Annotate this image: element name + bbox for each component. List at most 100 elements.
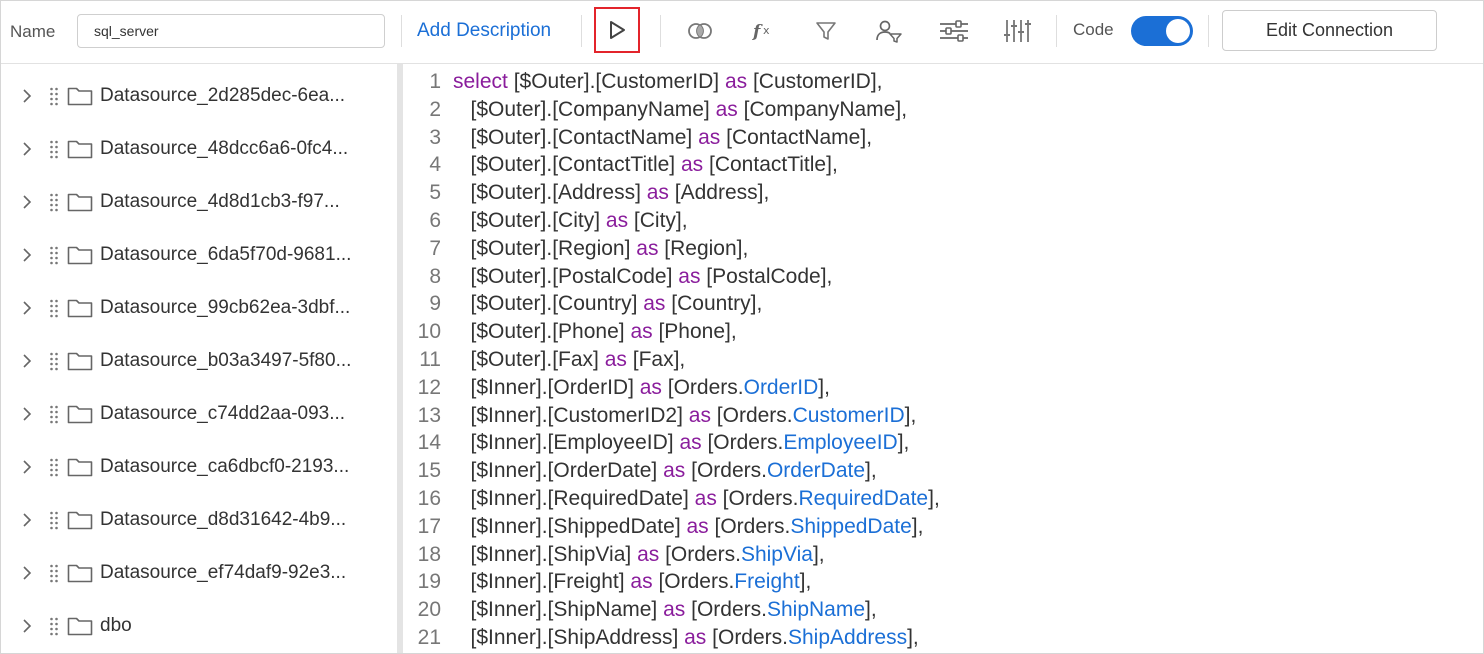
chevron-right-icon[interactable] xyxy=(21,140,33,158)
tree-item[interactable]: Datasource_ef74daf9-92e3... xyxy=(1,553,397,593)
chevron-right-icon[interactable] xyxy=(21,617,33,635)
chevron-right-icon[interactable] xyxy=(21,511,33,529)
divider xyxy=(1208,15,1209,47)
add-description-link[interactable]: Add Description xyxy=(417,20,551,42)
adjust-button[interactable] xyxy=(998,13,1036,49)
code-text: [$Outer].[Address] as [Address], xyxy=(453,181,770,205)
settings-sliders-icon xyxy=(940,20,968,42)
code-text: [$Inner].[ShipVia] as [Orders.ShipVia], xyxy=(453,543,825,567)
line-number: 2 xyxy=(429,97,441,121)
folder-icon xyxy=(67,299,93,318)
function-icon: fx xyxy=(752,22,770,42)
folder-icon xyxy=(67,246,93,265)
code-segment: [$Inner].[CustomerID2] xyxy=(453,403,689,427)
code-segment: [City], xyxy=(628,209,688,232)
drag-handle-icon[interactable] xyxy=(49,139,59,159)
folder-icon xyxy=(67,405,93,424)
drag-handle-icon[interactable] xyxy=(49,563,59,583)
code-segment: [$Inner].[OrderDate] xyxy=(453,459,664,483)
folder-icon xyxy=(67,564,93,583)
line-number: 10 xyxy=(417,320,441,344)
tree-item[interactable]: Datasource_c74dd2aa-093... xyxy=(1,394,397,434)
filter-button[interactable] xyxy=(807,13,845,49)
folder-icon xyxy=(67,140,93,159)
settings-sliders-button[interactable] xyxy=(935,13,973,49)
svg-text:x: x xyxy=(763,24,770,37)
code-text: [$Outer].[CompanyName] as [CompanyName], xyxy=(453,97,908,122)
drag-handle-icon[interactable] xyxy=(49,351,59,371)
sql-keyword: as xyxy=(643,292,666,316)
chevron-right-icon[interactable] xyxy=(21,458,33,476)
toggle-knob xyxy=(1166,19,1190,43)
tree-item-label: Datasource_b03a3497-5f80... xyxy=(100,350,352,371)
code-segment: [$Outer].[ContactTitle] xyxy=(453,153,681,177)
sql-code-editor[interactable]: 1 select [$Outer].[CustomerID] as [Custom… xyxy=(403,64,1483,653)
code-segment: [Fax], xyxy=(626,348,686,371)
line-number: 11 xyxy=(419,348,441,371)
tree-item[interactable]: Datasource_48dcc6a6-0fc4... xyxy=(1,129,397,169)
code-segment: ], xyxy=(818,375,830,399)
drag-handle-icon[interactable] xyxy=(49,298,59,318)
tree-item-label: Datasource_c74dd2aa-093... xyxy=(100,403,346,424)
chevron-right-icon[interactable] xyxy=(21,87,33,105)
drag-handle-icon[interactable] xyxy=(49,457,59,477)
edit-connection-button[interactable]: Edit Connection xyxy=(1222,10,1437,51)
name-input[interactable] xyxy=(77,14,385,48)
function-button[interactable]: fx xyxy=(745,13,783,49)
sql-keyword: as xyxy=(724,70,748,93)
tree-item-label: Datasource_2d285dec-6ea... xyxy=(100,85,346,106)
code-segment: [ContactTitle], xyxy=(703,153,838,177)
tree-item-label: Datasource_99cb62ea-3dbf... xyxy=(100,297,351,318)
tree-item[interactable]: Datasource_99cb62ea-3dbf... xyxy=(1,288,397,328)
code-segment: [Orders. xyxy=(685,598,767,622)
drag-handle-icon[interactable] xyxy=(49,510,59,530)
drag-handle-icon[interactable] xyxy=(49,245,59,265)
drag-handle-icon[interactable] xyxy=(49,616,59,636)
drag-handle-icon[interactable] xyxy=(49,192,59,212)
join-button[interactable] xyxy=(681,13,719,49)
code-segment: [Address], xyxy=(668,181,770,205)
code-segment: ], xyxy=(904,403,917,427)
code-segment: [Orders. xyxy=(661,375,744,399)
column-identifier: ShipName xyxy=(766,598,866,622)
sql-keyword: as xyxy=(679,431,702,455)
code-segment: ], xyxy=(812,542,825,566)
sql-keyword: as xyxy=(678,264,701,288)
code-segment: [$Outer].[CompanyName] xyxy=(453,97,716,121)
user-filter-button[interactable] xyxy=(870,13,908,49)
code-segment: [PostalCode], xyxy=(700,264,833,288)
chevron-right-icon[interactable] xyxy=(21,564,33,582)
chevron-right-icon[interactable] xyxy=(21,193,33,211)
tree-item[interactable]: Datasource_6da5f70d-9681... xyxy=(1,235,397,275)
chevron-right-icon[interactable] xyxy=(21,246,33,264)
tree-item[interactable]: Datasource_b03a3497-5f80... xyxy=(1,341,397,381)
toolbar: Name Add Description fx Code xyxy=(1,1,1483,64)
line-number: 1 xyxy=(429,70,441,93)
code-segment: ], xyxy=(865,598,877,622)
tree-item[interactable]: Datasource_4d8d1cb3-f97... xyxy=(1,182,397,222)
drag-handle-icon[interactable] xyxy=(49,404,59,424)
line-number: 3 xyxy=(429,125,441,149)
tree-item[interactable]: Datasource_2d285dec-6ea... xyxy=(1,76,397,116)
column-identifier: ShippedDate xyxy=(790,514,912,538)
user-filter-icon xyxy=(876,20,902,43)
tree-item-label: Datasource_d8d31642-4b9... xyxy=(100,509,347,530)
line-number: 15 xyxy=(417,459,441,483)
column-identifier: CustomerID xyxy=(792,403,905,427)
run-button[interactable] xyxy=(594,7,640,53)
drag-handle-icon[interactable] xyxy=(49,86,59,106)
chevron-right-icon[interactable] xyxy=(21,299,33,317)
code-toggle[interactable] xyxy=(1131,16,1193,46)
svg-text:f: f xyxy=(752,22,763,42)
tree-item[interactable]: Datasource_ca6dbcf0-2193... xyxy=(1,447,397,487)
code-segment: [CompanyName], xyxy=(737,97,908,121)
code-segment: [$Inner].[ShipName] xyxy=(453,598,664,622)
sql-keyword: as xyxy=(680,153,704,177)
tree-item[interactable]: Datasource_d8d31642-4b9... xyxy=(1,500,397,540)
chevron-right-icon[interactable] xyxy=(21,405,33,423)
chevron-right-icon[interactable] xyxy=(21,352,33,370)
column-identifier: OrderDate xyxy=(766,459,866,483)
name-label: Name xyxy=(10,22,56,41)
code-segment: [$Outer].[Fax] xyxy=(453,348,605,371)
tree-item[interactable]: dbo xyxy=(1,606,397,646)
